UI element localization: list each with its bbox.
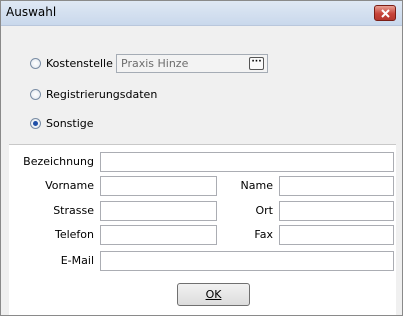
close-icon (380, 8, 390, 18)
radio-label-registrierungsdaten: Registrierungsdaten (46, 87, 158, 101)
label-telefon: Telefon (54, 228, 94, 241)
radio-button[interactable] (30, 88, 41, 100)
label-strasse: Strasse (53, 204, 94, 217)
vorname-field[interactable] (100, 176, 217, 196)
label-fax: Fax (254, 228, 273, 241)
radio-sonstige[interactable]: Sonstige (30, 115, 94, 131)
name-field[interactable] (279, 176, 394, 196)
strasse-field[interactable] (100, 201, 217, 221)
window-title: Auswahl (6, 5, 57, 19)
email-field[interactable] (100, 251, 394, 271)
ok-button[interactable]: OK (177, 283, 250, 306)
label-ort: Ort (255, 204, 274, 217)
radio-registrierungsdaten[interactable]: Registrierungsdaten (30, 86, 157, 102)
title-bar: Auswahl (1, 1, 402, 26)
radio-button[interactable] (30, 57, 41, 69)
kostenstelle-field[interactable]: Praxis Hinze (116, 54, 268, 73)
bezeichnung-field[interactable] (100, 152, 394, 172)
label-name: Name (240, 179, 273, 192)
close-button[interactable] (374, 5, 396, 21)
telefon-field[interactable] (100, 225, 217, 245)
browse-button[interactable]: ··· (249, 57, 264, 70)
dialog-window: Auswahl Kostenstelle Praxis Hinze ··· Re… (0, 0, 403, 316)
label-bezeichnung: Bezeichnung (23, 155, 94, 168)
radio-label-kostenstelle: Kostenstelle (46, 56, 113, 70)
radio-kostenstelle[interactable]: Kostenstelle (30, 55, 113, 71)
ort-field[interactable] (279, 201, 394, 221)
label-vorname: Vorname (45, 179, 94, 192)
fax-field[interactable] (279, 225, 394, 245)
ok-button-label: OK (205, 288, 222, 301)
radio-button-selected[interactable] (30, 117, 41, 129)
radio-label-sonstige: Sonstige (46, 116, 94, 130)
label-email: E-Mail (60, 254, 94, 267)
